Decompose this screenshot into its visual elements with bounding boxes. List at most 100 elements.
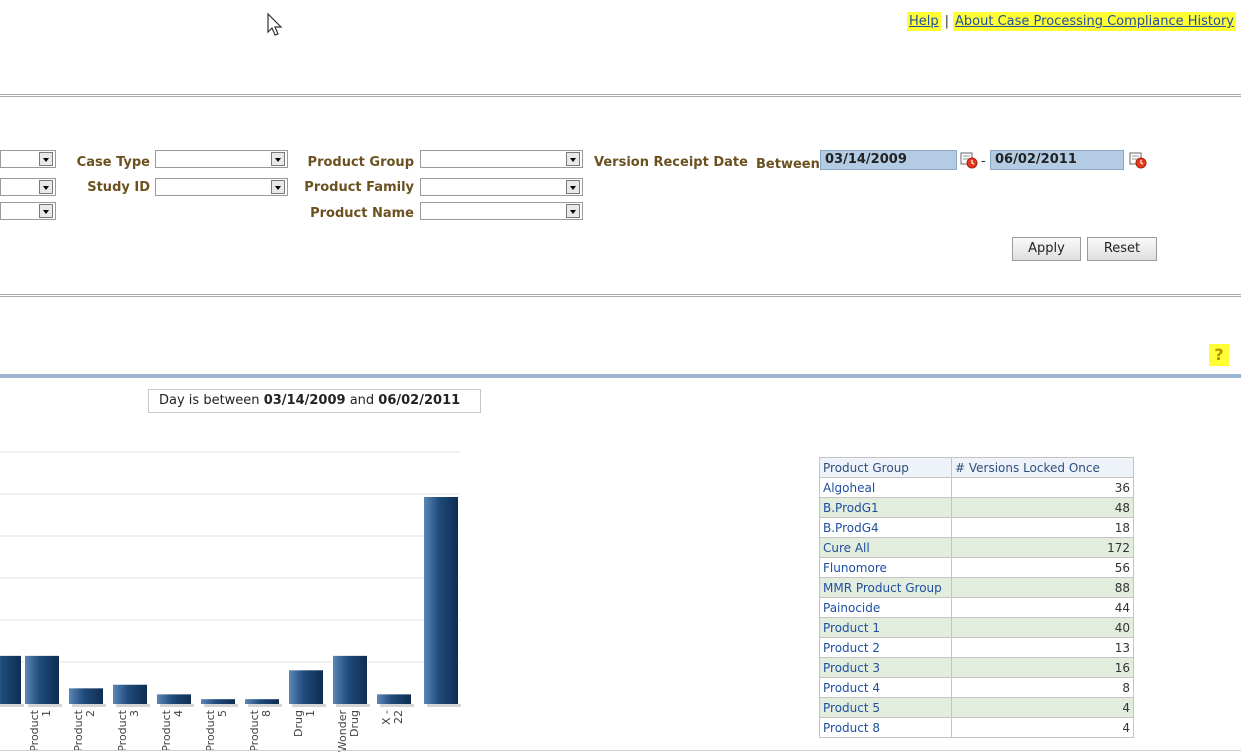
date-from-input[interactable]: 03/14/2009: [820, 150, 957, 170]
top-divider: [0, 94, 1241, 97]
table-row: Algoheal 36: [819, 477, 1134, 498]
bar-product-8[interactable]: [245, 699, 279, 704]
versions-locked-cell: 40: [951, 617, 1134, 638]
tick-label: X -22: [380, 710, 405, 725]
versions-locked-cell: 56: [951, 557, 1134, 578]
case-type-select[interactable]: [155, 150, 288, 168]
bar-product-1[interactable]: [25, 655, 59, 704]
tick-label: Product8: [248, 709, 273, 751]
bar-unlabeled[interactable]: [424, 497, 458, 704]
product-group-cell[interactable]: Product 1: [819, 617, 952, 638]
bar-shadow: [248, 704, 282, 707]
product-family-label: Product Family: [304, 180, 414, 195]
versions-locked-cell: 44: [951, 597, 1134, 618]
product-group-table: Product Group # Versions Locked Once Alg…: [819, 457, 1134, 738]
versions-locked-cell: 36: [951, 477, 1134, 498]
filter-summary-and: and: [349, 393, 375, 408]
bar-shadow: [0, 704, 24, 707]
bar-shadow: [160, 704, 194, 707]
bar-shadow: [116, 704, 150, 707]
column-header-product-group: Product Group: [819, 457, 952, 478]
product-group-cell[interactable]: B.ProdG1: [819, 497, 952, 518]
table-row: Painocide 44: [819, 597, 1134, 618]
partial-select-1[interactable]: [0, 150, 56, 168]
filter-summary: Day is between 03/14/2009 and 06/02/2011: [148, 389, 481, 413]
case-type-label: Case Type: [76, 155, 150, 170]
product-group-cell[interactable]: B.ProdG4: [819, 517, 952, 538]
product-name-label: Product Name: [310, 206, 414, 221]
bar-product-3[interactable]: [113, 684, 147, 704]
versions-locked-cell: 16: [951, 657, 1134, 678]
table-row: Flunomore 56: [819, 557, 1134, 578]
versions-locked-cell: 4: [951, 697, 1134, 718]
product-group-cell[interactable]: Algoheal: [819, 477, 952, 498]
table-row: Product 54: [819, 697, 1134, 718]
product-group-cell[interactable]: Product 2: [819, 637, 952, 658]
table-row: Product 84: [819, 717, 1134, 738]
table-row: B.ProdG4 18: [819, 517, 1134, 538]
bar-product-4[interactable]: [157, 694, 191, 704]
product-group-cell[interactable]: MMR Product Group: [819, 577, 952, 598]
bar-drug-1[interactable]: [289, 670, 323, 704]
bar-shadow: [204, 704, 238, 707]
reset-button[interactable]: Reset: [1087, 237, 1157, 261]
product-group-cell[interactable]: Cure All: [819, 537, 952, 558]
column-header-versions-locked-once: # Versions Locked Once: [951, 457, 1134, 478]
product-group-cell[interactable]: Painocide: [819, 597, 952, 618]
study-id-label: Study ID: [87, 180, 150, 195]
versions-locked-cell: 4: [951, 717, 1134, 738]
bar-wonder-drug[interactable]: [333, 655, 367, 704]
tick-label: Product5: [204, 709, 229, 751]
product-group-cell[interactable]: Product 5: [819, 697, 952, 718]
versions-locked-cell: 88: [951, 577, 1134, 598]
bar-shadow: [28, 704, 62, 707]
middle-divider: [0, 294, 1241, 297]
versions-locked-cell: 8: [951, 677, 1134, 698]
tick-label: Product4: [160, 709, 185, 751]
section-divider: [0, 374, 1241, 378]
bar-product-5[interactable]: [201, 699, 235, 704]
partial-select-3[interactable]: [0, 202, 56, 220]
bottom-border: [0, 750, 1241, 751]
versions-locked-cell: 48: [951, 497, 1134, 518]
link-separator: |: [944, 14, 950, 29]
chart-bars: [0, 497, 461, 707]
study-id-select[interactable]: [155, 178, 288, 196]
bar-shadow: [427, 704, 461, 707]
help-question-icon[interactable]: ?: [1209, 344, 1229, 366]
table-row: Product 1 40: [819, 617, 1134, 638]
bar-product-2[interactable]: [69, 688, 103, 704]
between-label: Between: [756, 157, 820, 172]
partial-select-2[interactable]: [0, 178, 56, 196]
filter-summary-from: 03/14/2009: [263, 393, 346, 408]
product-name-select[interactable]: [420, 202, 583, 220]
versions-locked-cell: 18: [951, 517, 1134, 538]
product-group-cell[interactable]: Product 4: [819, 677, 952, 698]
product-group-label: Product Group: [307, 155, 414, 170]
bar-shadow: [336, 704, 370, 707]
bar-x---22[interactable]: [377, 694, 411, 704]
product-group-cell[interactable]: Product 8: [819, 717, 952, 738]
chart-grid: [0, 451, 460, 663]
table-row: Product 48: [819, 677, 1134, 698]
tick-label: WonderDrug: [336, 710, 361, 753]
calendar-icon-from[interactable]: [960, 151, 978, 169]
product-group-cell[interactable]: Product 3: [819, 657, 952, 678]
bar-shadow: [72, 704, 106, 707]
date-dash: -: [981, 154, 986, 169]
product-family-select[interactable]: [420, 178, 583, 196]
help-link[interactable]: Help: [907, 12, 941, 31]
date-to-input[interactable]: 06/02/2011: [990, 150, 1124, 170]
about-link[interactable]: About Case Processing Compliance History: [953, 12, 1236, 31]
tick-label: Product3: [116, 709, 141, 751]
product-group-cell[interactable]: Flunomore: [819, 557, 952, 578]
calendar-icon-to[interactable]: [1129, 151, 1147, 169]
table-row: B.ProdG1 48: [819, 497, 1134, 518]
filter-summary-prefix: Day is between: [159, 393, 260, 408]
apply-button[interactable]: Apply: [1012, 237, 1081, 261]
filter-summary-to: 06/02/2011: [378, 393, 461, 408]
product-group-select[interactable]: [420, 150, 583, 168]
table-row: MMR Product Group 88: [819, 577, 1134, 598]
table-row: Product 2 13: [819, 637, 1134, 658]
bar-unlabeled[interactable]: [0, 655, 21, 704]
